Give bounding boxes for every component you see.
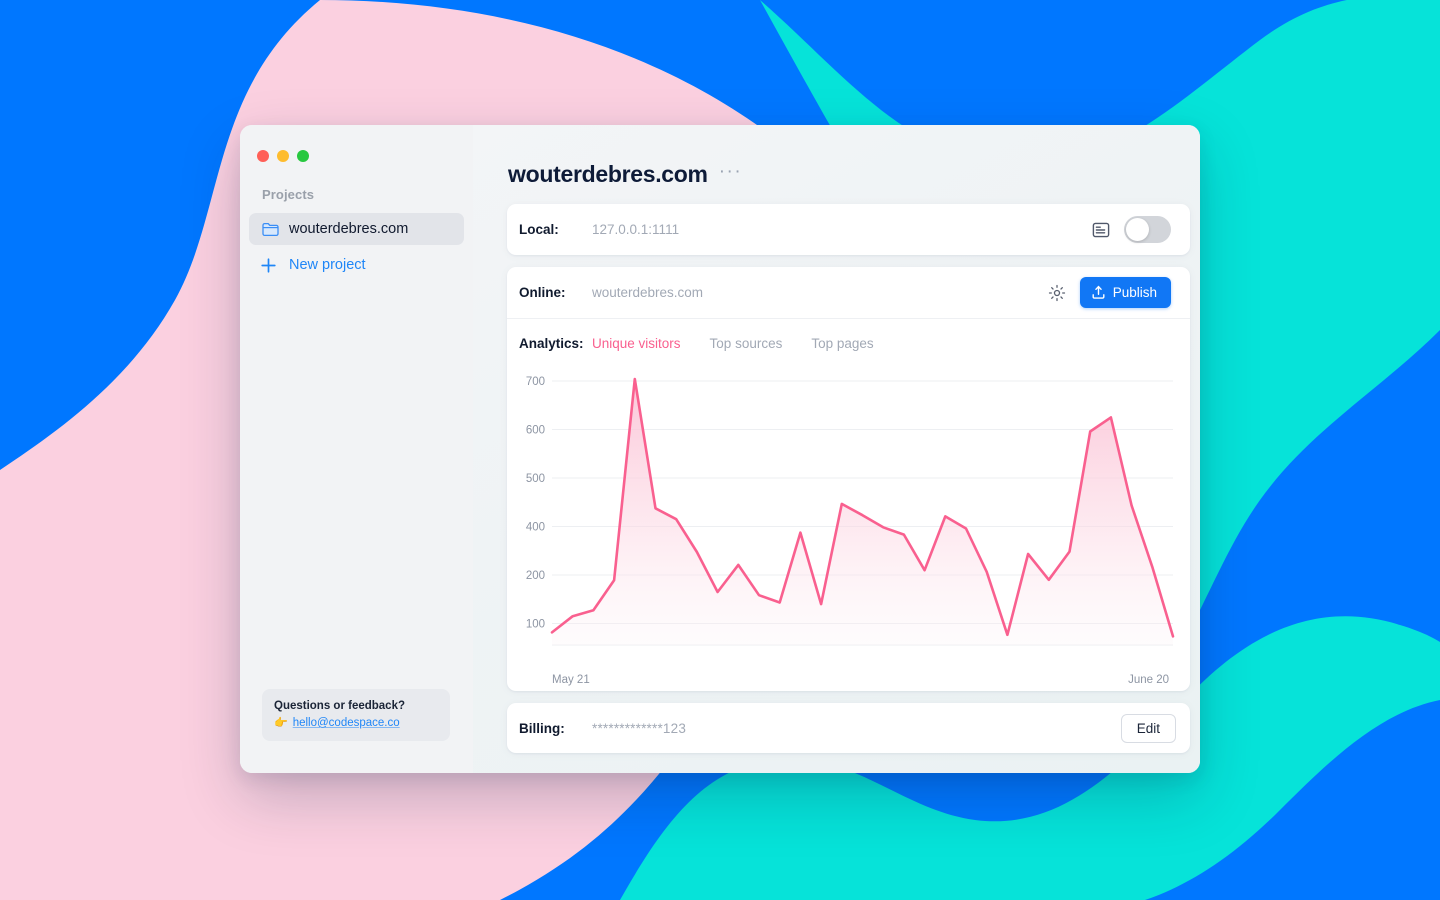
folder-icon xyxy=(262,222,279,237)
feedback-box: Questions or feedback? 👉 hello@codespace… xyxy=(262,689,450,741)
analytics-chart: 700 600 500 400 200 100 May 21 June 20 xyxy=(507,367,1190,691)
svg-text:600: 600 xyxy=(526,425,545,437)
feedback-link-row: 👉 hello@codespace.co xyxy=(274,717,438,729)
screen: Projects wouterdebres.com New project Qu… xyxy=(0,0,1440,900)
svg-text:400: 400 xyxy=(526,522,545,534)
analytics-label: Analytics: xyxy=(519,335,584,351)
chart-x-end-label: June 20 xyxy=(1128,674,1169,686)
chart-area-fill xyxy=(552,379,1173,645)
plus-icon xyxy=(260,257,277,274)
online-card: Online: wouterdebres.com Publish Analyti… xyxy=(507,267,1190,691)
billing-card: Billing: *************123 Edit xyxy=(507,703,1190,753)
app-window: Projects wouterdebres.com New project Qu… xyxy=(240,125,1200,773)
sidebar-item-new-project[interactable]: New project xyxy=(249,249,464,281)
sidebar-heading: Projects xyxy=(262,187,315,202)
publish-button[interactable]: Publish xyxy=(1079,277,1171,308)
svg-text:100: 100 xyxy=(526,619,545,631)
visitors-area-chart: 700 600 500 400 200 100 May 21 June 20 xyxy=(526,376,1175,686)
maximize-button[interactable] xyxy=(297,150,309,162)
local-address-value: 127.0.0.1:1111 xyxy=(592,222,680,237)
chart-x-start-label: May 21 xyxy=(552,674,590,686)
svg-text:200: 200 xyxy=(526,570,545,582)
publish-button-label: Publish xyxy=(1112,285,1157,300)
local-card: Local: 127.0.0.1:1111 xyxy=(507,204,1190,255)
online-label: Online: xyxy=(519,285,566,300)
local-row: Local: 127.0.0.1:1111 xyxy=(507,204,1190,255)
sidebar-item-label: New project xyxy=(289,257,366,273)
pointing-hand-icon: 👉 xyxy=(274,716,288,729)
page-header: wouterdebres.com ··· xyxy=(507,161,1190,188)
billing-label: Billing: xyxy=(519,720,565,736)
window-controls xyxy=(240,135,473,165)
online-domain-value: wouterdebres.com xyxy=(592,285,704,300)
log-icon[interactable] xyxy=(1092,222,1110,238)
upload-icon xyxy=(1091,285,1106,300)
online-row: Online: wouterdebres.com Publish xyxy=(507,267,1190,318)
billing-row: Billing: *************123 Edit xyxy=(507,703,1190,753)
local-server-toggle[interactable] xyxy=(1124,216,1171,243)
sidebar-item-wouterdebres[interactable]: wouterdebres.com xyxy=(249,213,464,245)
tab-top-sources[interactable]: Top sources xyxy=(710,336,783,351)
tab-unique-visitors[interactable]: Unique visitors xyxy=(592,336,681,351)
chart-y-axis-labels: 700 600 500 400 200 100 xyxy=(526,376,545,631)
close-button[interactable] xyxy=(257,150,269,162)
more-options-icon[interactable]: ··· xyxy=(719,162,742,184)
sidebar: Projects wouterdebres.com New project Qu… xyxy=(240,125,473,773)
edit-billing-button[interactable]: Edit xyxy=(1120,713,1176,743)
feedback-title: Questions or feedback? xyxy=(274,700,406,712)
project-list: wouterdebres.com New project xyxy=(240,213,473,281)
minimize-button[interactable] xyxy=(277,150,289,162)
billing-card-number: *************123 xyxy=(592,720,687,736)
analytics-tabs-row: Analytics: Unique visitors Top sources T… xyxy=(507,319,1190,367)
feedback-email-link[interactable]: hello@codespace.co xyxy=(293,717,400,729)
local-label: Local: xyxy=(519,222,559,237)
sidebar-item-label: wouterdebres.com xyxy=(289,221,409,237)
page-title: wouterdebres.com xyxy=(508,161,708,187)
toggle-knob xyxy=(1126,218,1149,241)
main-content: wouterdebres.com ··· Local: 127.0.0.1:11… xyxy=(473,125,1200,773)
tab-top-pages[interactable]: Top pages xyxy=(811,336,873,351)
svg-text:700: 700 xyxy=(526,376,545,388)
svg-text:500: 500 xyxy=(526,473,545,485)
gear-icon[interactable] xyxy=(1048,284,1066,302)
